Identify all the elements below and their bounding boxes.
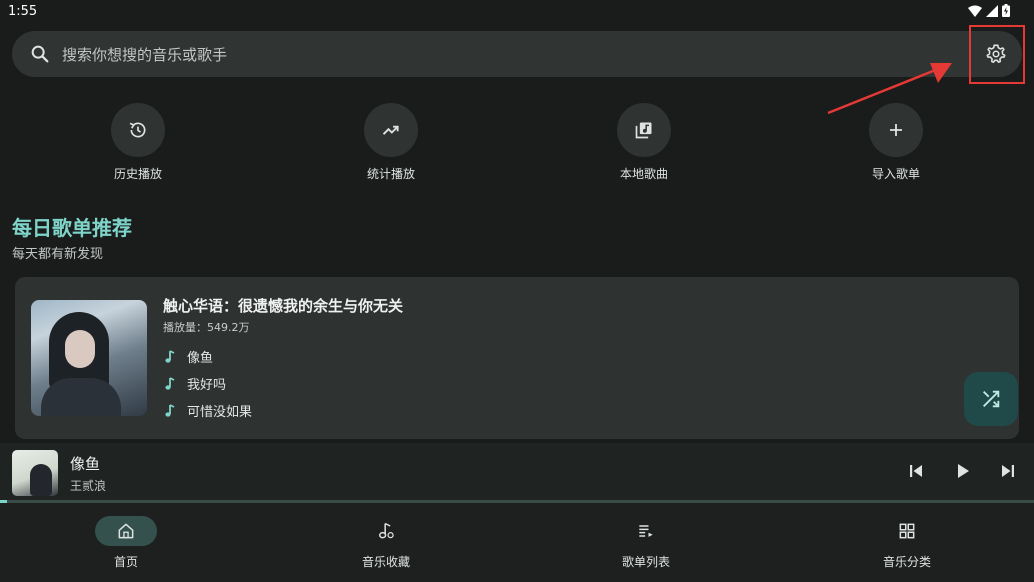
nav-item-playlists[interactable]: 歌单列表 xyxy=(586,516,706,570)
now-playing-title: 像鱼 xyxy=(70,455,101,473)
nav-label: 歌单列表 xyxy=(621,555,670,569)
song-title: 可惜没如果 xyxy=(187,405,253,420)
music-note-icon xyxy=(165,349,175,363)
playlist-plays: 播放量：549.2万 xyxy=(163,321,250,334)
music-note-icon xyxy=(165,403,175,417)
nav-label: 音乐分类 xyxy=(882,555,931,569)
battery-icon xyxy=(1002,4,1010,17)
category-icon xyxy=(899,523,915,539)
quick-action-label: 导入歌单 xyxy=(871,167,920,181)
nav-item-home[interactable]: 首页 xyxy=(66,516,186,570)
nav-label: 音乐收藏 xyxy=(361,555,410,569)
section-title: 每日歌单推荐 xyxy=(12,216,132,240)
search-input[interactable]: 搜索你想搜的音乐或歌手 xyxy=(62,44,227,65)
music-note-icon xyxy=(165,376,175,390)
play-icon[interactable] xyxy=(950,459,974,483)
quick-action-label: 统计播放 xyxy=(366,167,415,181)
quick-action-label: 本地歌曲 xyxy=(619,167,668,181)
quick-action-local[interactable]: 本地歌曲 xyxy=(584,103,704,182)
status-bar: 1:55 xyxy=(0,0,1034,24)
song-title: 我好吗 xyxy=(187,378,227,393)
now-playing-artist: 王贰浪 xyxy=(70,479,107,493)
nav-pill[interactable] xyxy=(615,516,677,546)
playlist-card[interactable]: 触心华语：很遗憾我的余生与你无关 播放量：549.2万 像鱼 我好吗 可惜没如果 xyxy=(15,277,1019,439)
music-note-icon xyxy=(379,522,394,539)
song-item[interactable]: 可惜没如果 xyxy=(163,401,252,420)
signal-icon xyxy=(986,4,998,17)
playlist-title: 触心华语：很遗憾我的余生与你无关 xyxy=(163,297,404,315)
song-item[interactable]: 像鱼 xyxy=(163,347,213,366)
history-button[interactable] xyxy=(111,103,165,157)
local-music-button[interactable] xyxy=(617,103,671,157)
shuffle-button[interactable] xyxy=(964,372,1018,426)
skip-next-icon[interactable] xyxy=(996,459,1020,483)
add-icon xyxy=(890,124,902,136)
now-playing-cover[interactable] xyxy=(12,450,58,496)
playback-controls xyxy=(904,459,1020,483)
skip-previous-icon[interactable] xyxy=(904,459,928,483)
import-playlist-button[interactable] xyxy=(869,103,923,157)
quick-action-import[interactable]: 导入歌单 xyxy=(836,103,956,182)
nav-pill[interactable] xyxy=(876,516,938,546)
section-subtitle: 每天都有新发现 xyxy=(12,247,104,262)
quick-action-history[interactable]: 历史播放 xyxy=(78,103,198,182)
nav-pill[interactable] xyxy=(355,516,417,546)
shuffle-icon xyxy=(983,390,1000,408)
song-item[interactable]: 我好吗 xyxy=(163,374,226,393)
history-icon xyxy=(129,122,146,138)
nav-item-favorites[interactable]: 音乐收藏 xyxy=(326,516,446,570)
status-icons xyxy=(968,4,1010,17)
trending-up-icon xyxy=(382,125,399,135)
quick-action-label: 历史播放 xyxy=(113,167,162,181)
queue-music-icon xyxy=(639,525,653,537)
home-icon xyxy=(118,523,134,539)
playlist-cover[interactable] xyxy=(31,300,147,416)
search-icon xyxy=(31,45,49,63)
stats-button[interactable] xyxy=(364,103,418,157)
nav-item-categories[interactable]: 音乐分类 xyxy=(847,516,967,570)
status-time: 1:55 xyxy=(8,4,38,19)
nav-pill[interactable] xyxy=(95,516,157,546)
wifi-icon xyxy=(968,5,982,17)
nav-label: 首页 xyxy=(113,555,138,569)
bottom-nav: 首页 音乐收藏 歌单列表 音乐分类 xyxy=(0,503,1034,582)
library-music-icon xyxy=(635,122,652,139)
quick-action-stats[interactable]: 统计播放 xyxy=(331,103,451,182)
song-title: 像鱼 xyxy=(187,351,214,366)
settings-highlight-box xyxy=(969,25,1025,84)
mini-player[interactable]: 像鱼 王贰浪 xyxy=(0,443,1034,503)
